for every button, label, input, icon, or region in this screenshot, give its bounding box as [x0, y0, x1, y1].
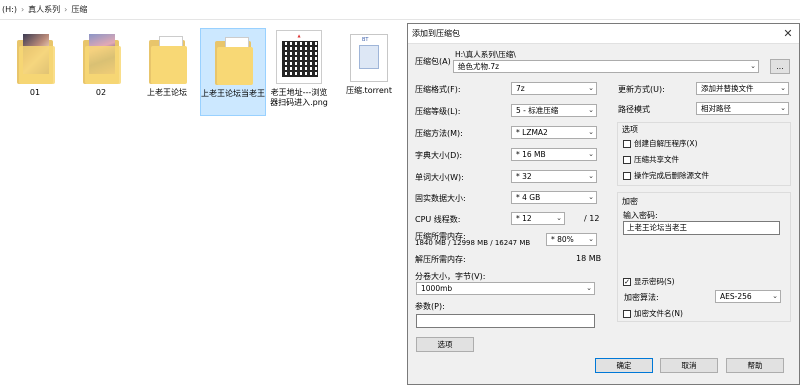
file-list: 01 02 上老王论坛 上老王论坛当老王 ▲ 老王地址---浏览器扫码进入.pn	[0, 24, 405, 124]
breadcrumb-current[interactable]: 压缩	[71, 4, 87, 15]
help-button[interactable]: 帮助	[726, 358, 784, 373]
file-item-02[interactable]: 02	[68, 28, 134, 116]
cpu-select[interactable]: * 12 ⌄	[511, 212, 565, 225]
method-label: 压缩方法(M):	[415, 129, 463, 138]
checkbox-checked-icon: ✓	[623, 277, 631, 286]
file-name: 01	[29, 88, 41, 97]
word-label: 单词大小(W):	[415, 173, 464, 182]
mem-percent-select[interactable]: * 80% ⌄	[546, 233, 597, 246]
chevron-down-icon: ⌄	[588, 193, 594, 201]
encryption-group-title: 加密	[622, 197, 638, 206]
dict-select[interactable]: * 16 MB ⌄	[511, 148, 597, 161]
sfx-checkbox[interactable]: 创建自解压程序(X)	[623, 138, 698, 149]
show-password-checkbox[interactable]: ✓ 显示密码(S)	[623, 276, 675, 287]
dialog-titlebar: 添加到压缩包 ✕	[408, 24, 799, 44]
archive-label: 压缩包(A)	[415, 57, 451, 66]
file-name: 老王地址---浏览器扫码进入.png	[270, 88, 328, 107]
folder-icon	[147, 32, 187, 84]
chevron-down-icon: ⌄	[780, 104, 786, 112]
checkbox-icon	[623, 155, 631, 164]
path-label: 路径模式	[618, 105, 650, 114]
browse-button[interactable]: ...	[770, 59, 790, 74]
password-input[interactable]: 上老王论坛当老王	[623, 221, 780, 235]
chevron-down-icon: ⌄	[588, 150, 594, 158]
method-select[interactable]: * LZMA2 ⌄	[511, 126, 597, 139]
level-label: 压缩等级(L):	[415, 107, 461, 116]
format-label: 压缩格式(F):	[415, 85, 461, 94]
folder-icon	[15, 32, 55, 84]
path-select[interactable]: 相对路径 ⌄	[696, 102, 789, 115]
chevron-down-icon: ⌄	[588, 106, 594, 114]
qr-code-icon: ▲	[276, 30, 322, 84]
breadcrumb-folder[interactable]: 真人系列	[28, 4, 60, 15]
file-name: 上老王论坛	[147, 88, 187, 97]
dialog-title: 添加到压缩包	[412, 29, 460, 38]
file-item-torrent[interactable]: BT 压缩.torrent	[336, 28, 402, 116]
archive-name-input[interactable]: 绝色尤物.7z ⌄	[453, 60, 759, 73]
ok-button[interactable]: 确定	[595, 358, 653, 373]
file-item-folder-3[interactable]: 上老王论坛	[134, 28, 200, 116]
file-item-01[interactable]: 01	[2, 28, 68, 116]
format-select[interactable]: 7z ⌄	[511, 82, 597, 95]
chevron-down-icon: ⌄	[772, 292, 778, 300]
dict-label: 字典大小(D):	[415, 151, 463, 160]
chevron-right-icon: ›	[64, 5, 68, 14]
password-label: 输入密码:	[623, 211, 658, 220]
file-name: 02	[95, 88, 107, 97]
chevron-down-icon: ⌄	[780, 84, 786, 92]
close-icon[interactable]: ✕	[777, 27, 799, 40]
chevron-down-icon: ⌄	[588, 84, 594, 92]
solid-label: 固实数据大小:	[415, 194, 466, 203]
add-to-archive-dialog: 添加到压缩包 ✕ 压缩包(A) H:\真人系列\压缩\ 绝色尤物.7z ⌄ ...…	[407, 23, 800, 385]
update-select[interactable]: 添加并替换文件 ⌄	[696, 82, 789, 95]
file-item-png[interactable]: ▲ 老王地址---浏览器扫码进入.png	[266, 28, 332, 116]
options-button[interactable]: 选项	[416, 337, 474, 352]
checkbox-icon	[623, 171, 631, 180]
solid-select[interactable]: * 4 GB ⌄	[511, 191, 597, 204]
shared-checkbox[interactable]: 压缩共享文件	[623, 154, 679, 165]
file-name: 压缩.torrent	[346, 86, 392, 95]
options-group-title: 选项	[622, 125, 638, 134]
split-label: 分卷大小，字节(V):	[415, 272, 486, 281]
encrypt-names-checkbox[interactable]: 加密文件名(N)	[623, 308, 683, 319]
cpu-label: CPU 线程数:	[415, 215, 461, 224]
file-item-folder-4[interactable]: 上老王论坛当老王	[200, 28, 266, 116]
level-select[interactable]: 5 - 标准压缩 ⌄	[511, 104, 597, 117]
chevron-down-icon: ⌄	[556, 214, 562, 222]
checkbox-icon	[623, 139, 631, 148]
torrent-file-icon: BT	[350, 34, 388, 82]
checkbox-icon	[623, 309, 631, 318]
chevron-down-icon: ⌄	[586, 284, 592, 292]
folder-icon	[213, 33, 253, 85]
enc-method-select[interactable]: AES-256 ⌄	[715, 290, 781, 303]
params-input[interactable]	[416, 314, 595, 328]
cancel-button[interactable]: 取消	[660, 358, 718, 373]
file-name: 上老王论坛当老王	[201, 89, 265, 98]
chevron-down-icon: ⌄	[588, 235, 594, 243]
chevron-right-icon: ›	[20, 5, 25, 14]
enc-method-label: 加密算法:	[624, 293, 659, 302]
decomp-label: 解压所需内存:	[415, 255, 466, 264]
word-select[interactable]: * 32 ⌄	[511, 170, 597, 183]
mem-detail: 1840 MB / 12998 MB / 16247 MB	[415, 239, 531, 247]
folder-icon	[81, 32, 121, 84]
split-size-input[interactable]: 1000mb ⌄	[416, 282, 595, 295]
archive-path: H:\真人系列\压缩\	[455, 50, 516, 59]
breadcrumb-drive[interactable]: (H:)	[2, 5, 17, 14]
chevron-down-icon: ⌄	[750, 62, 756, 70]
breadcrumb: (H:) › 真人系列 › 压缩	[0, 0, 800, 20]
update-label: 更新方式(U):	[618, 85, 665, 94]
delete-source-checkbox[interactable]: 操作完成后删除源文件	[623, 170, 709, 181]
decomp-value: 18 MB	[576, 254, 602, 263]
params-label: 参数(P):	[415, 302, 445, 311]
cpu-total: / 12	[584, 214, 600, 223]
chevron-down-icon: ⌄	[588, 172, 594, 180]
chevron-down-icon: ⌄	[588, 128, 594, 136]
